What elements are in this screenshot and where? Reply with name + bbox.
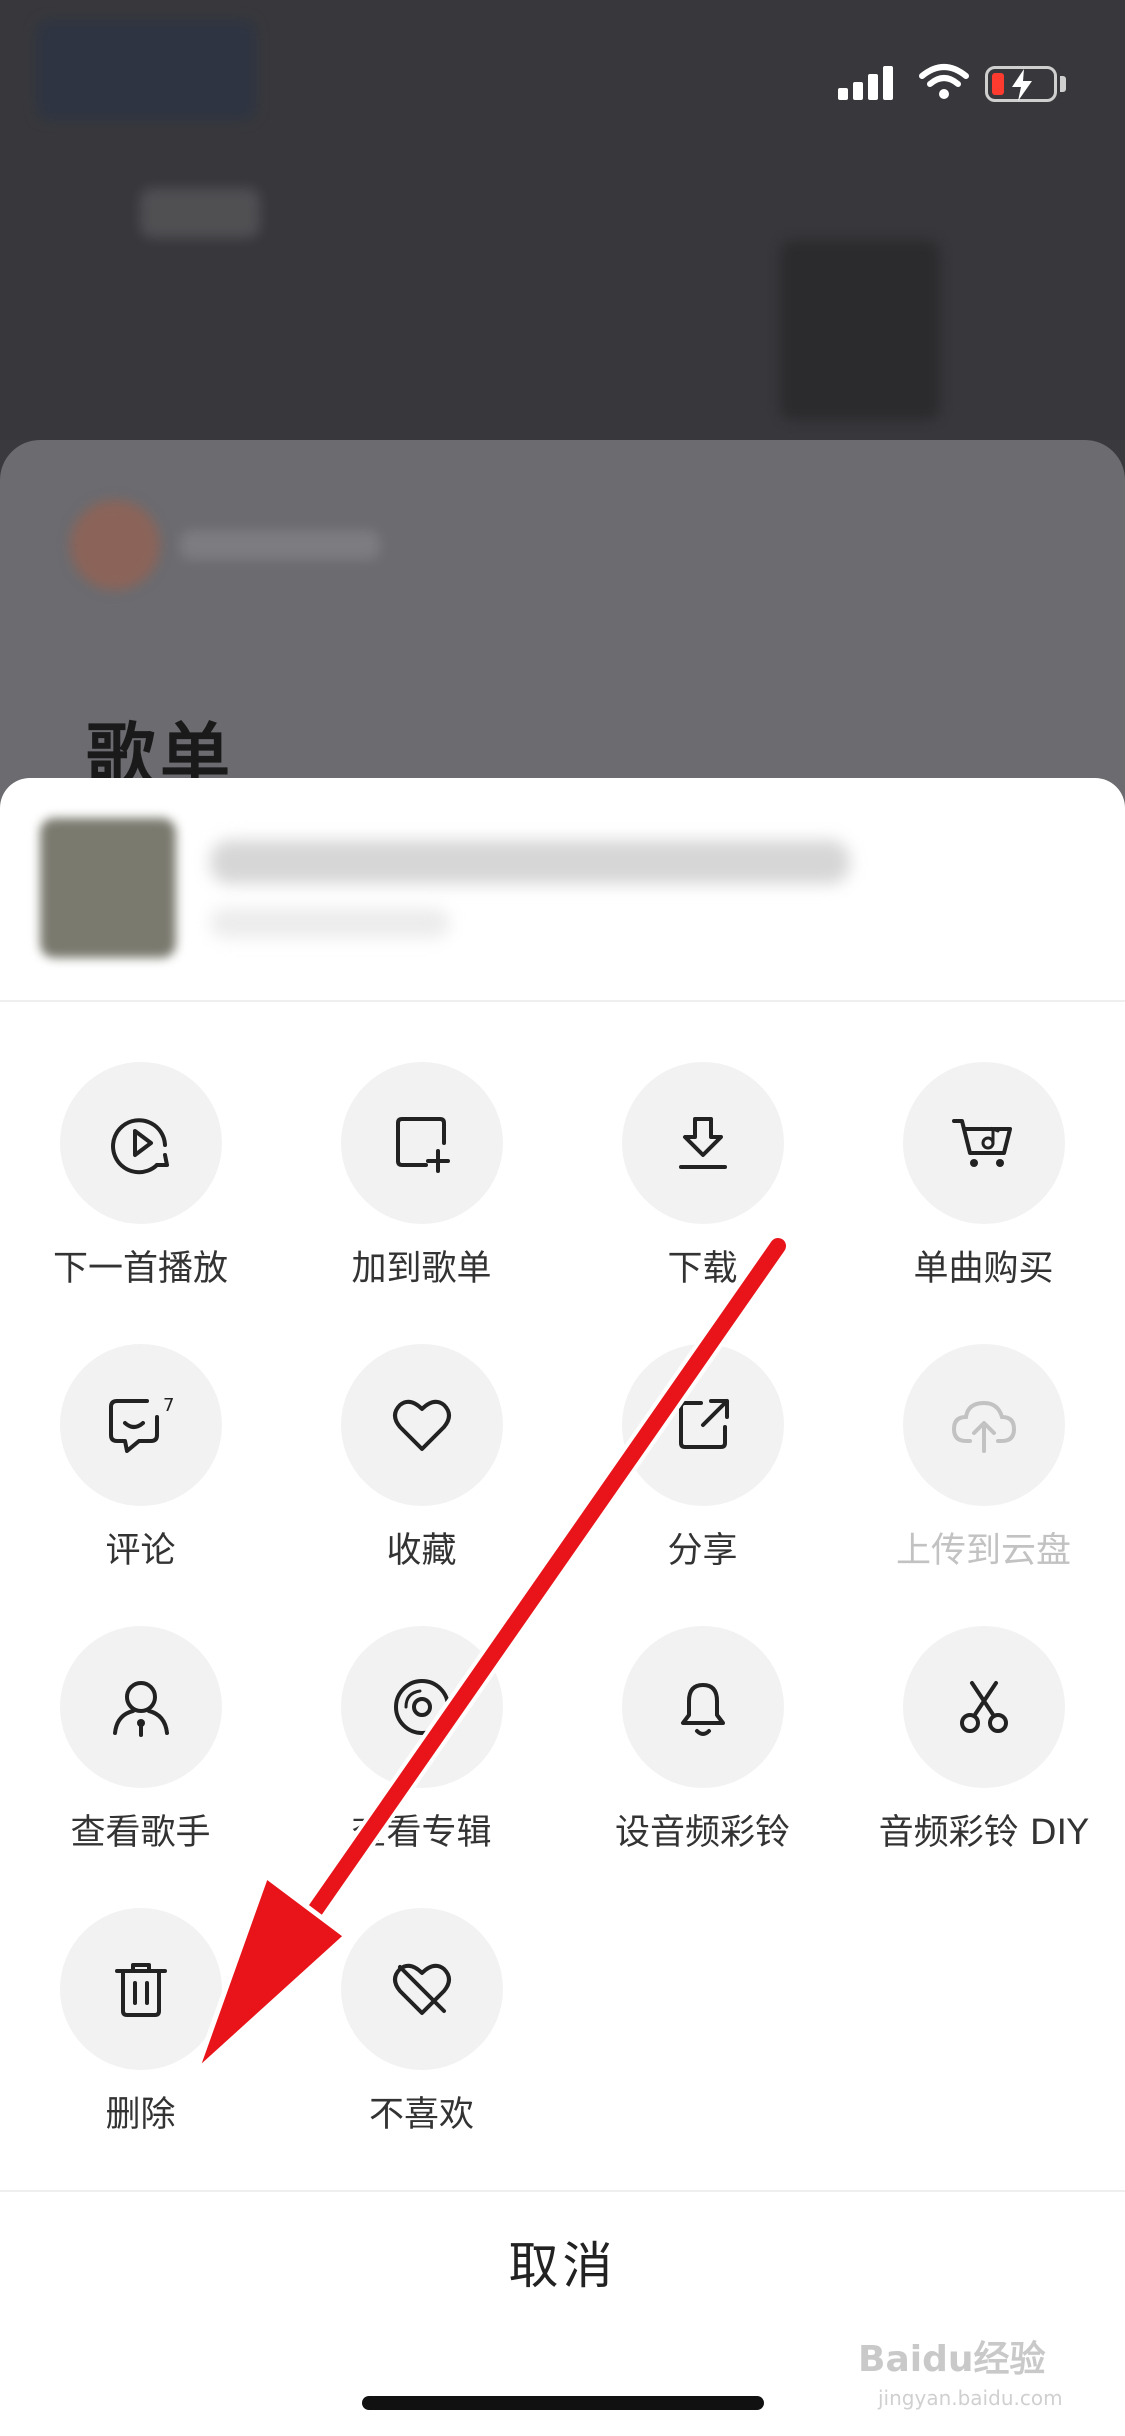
cloud-upload-icon xyxy=(951,1400,1016,1453)
cart-icon xyxy=(951,1119,1012,1167)
action-label: 查看歌手 xyxy=(70,1813,211,1853)
action-play-next[interactable]: 下一首播放 xyxy=(0,1062,281,1291)
action-sheet: 下一首播放 加到歌单 下载 单曲购买 7 评论 收藏 分享 上传到云盘 查看歌手… xyxy=(0,778,1125,2436)
action-upload-cloud: 上传到云盘 xyxy=(843,1344,1124,1573)
action-label: 单曲购买 xyxy=(913,1249,1054,1289)
comment-count: 7 xyxy=(163,1395,174,1416)
action-label: 查看专辑 xyxy=(351,1813,492,1853)
song-info-row xyxy=(0,778,1125,1002)
action-label: 分享 xyxy=(667,1531,738,1571)
action-label: 收藏 xyxy=(386,1531,457,1571)
action-share[interactable]: 分享 xyxy=(562,1344,843,1573)
heart-icon xyxy=(392,1399,451,1451)
blurred-nav-title xyxy=(140,188,260,238)
battery-charging-icon xyxy=(985,66,1057,102)
action-view-album[interactable]: 查看专辑 xyxy=(281,1626,562,1855)
action-label: 不喜欢 xyxy=(368,2095,474,2135)
blurred-song-title xyxy=(210,840,850,884)
play-next-icon xyxy=(110,1118,169,1175)
action-label: 下载 xyxy=(667,1249,738,1289)
action-set-ringtone[interactable]: 设音频彩铃 xyxy=(562,1626,843,1855)
watermark-brand: Baidu经验 xyxy=(858,2339,1046,2380)
home-indicator xyxy=(362,2396,764,2410)
cellular-signal-icon xyxy=(838,66,893,100)
trash-icon xyxy=(114,1963,167,2017)
action-label: 加到歌单 xyxy=(351,1249,492,1289)
blurred-cover xyxy=(780,240,940,420)
singer-icon xyxy=(112,1681,169,1737)
blurred-avatar xyxy=(70,500,160,590)
blurred-username xyxy=(180,530,380,560)
action-label: 评论 xyxy=(105,1531,176,1571)
action-add-to-playlist[interactable]: 加到歌单 xyxy=(281,1062,562,1291)
scissors-icon xyxy=(959,1681,1008,1733)
song-cover xyxy=(40,818,176,958)
action-comment[interactable]: 7 评论 xyxy=(0,1344,281,1573)
share-icon xyxy=(678,1399,729,1449)
add-to-playlist-icon xyxy=(395,1117,450,1173)
action-label: 音频彩铃 DIY xyxy=(878,1813,1089,1853)
action-favorite[interactable]: 收藏 xyxy=(281,1344,562,1573)
dislike-icon xyxy=(392,1963,451,2015)
action-dislike[interactable]: 不喜欢 xyxy=(281,1908,562,2137)
action-label: 删除 xyxy=(105,2095,176,2135)
status-bar xyxy=(0,0,1125,140)
download-icon xyxy=(678,1117,727,1169)
action-label: 设音频彩铃 xyxy=(614,1813,790,1853)
action-label: 上传到云盘 xyxy=(895,1531,1071,1571)
action-download[interactable]: 下载 xyxy=(562,1062,843,1291)
album-icon xyxy=(393,1679,450,1735)
action-buy-single[interactable]: 单曲购买 xyxy=(843,1062,1124,1291)
blurred-song-artist xyxy=(210,908,450,938)
battery-level xyxy=(992,73,1004,95)
battery-cap xyxy=(1060,76,1066,92)
bell-icon xyxy=(680,1683,725,1736)
wifi-icon xyxy=(919,64,969,99)
cancel-button[interactable]: 取消 xyxy=(0,2192,1125,2332)
comment-icon: 7 xyxy=(108,1395,174,1453)
action-ringtone-diy[interactable]: 音频彩铃 DIY xyxy=(843,1626,1124,1855)
action-delete[interactable]: 删除 xyxy=(0,1908,281,2137)
action-view-singer[interactable]: 查看歌手 xyxy=(0,1626,281,1855)
watermark-url: jingyan.baidu.com xyxy=(878,2386,1063,2410)
action-label: 下一首播放 xyxy=(52,1249,228,1289)
